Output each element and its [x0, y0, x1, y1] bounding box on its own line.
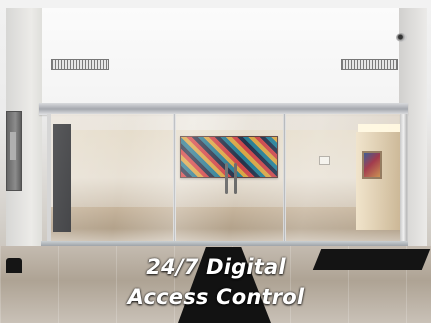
left-air-vent: [51, 59, 109, 70]
glass-reflection: [51, 114, 404, 246]
caption-line-2: Access Control: [127, 285, 305, 309]
glass-storefront: [47, 114, 408, 246]
overlay-caption: 24/7 Digital Access Control: [105, 252, 327, 312]
upper-wall: [40, 8, 408, 106]
right-air-vent: [341, 59, 398, 70]
access-control-panel: [6, 111, 22, 191]
right-door-frame: [400, 114, 407, 246]
caption-line-1: 24/7 Digital: [146, 255, 286, 279]
building-entrance-photo: 24/7 Digital Access Control: [0, 0, 431, 323]
security-camera-icon: [396, 33, 407, 42]
right-floor-mat: [312, 249, 431, 270]
lobby-chair: [6, 258, 22, 273]
